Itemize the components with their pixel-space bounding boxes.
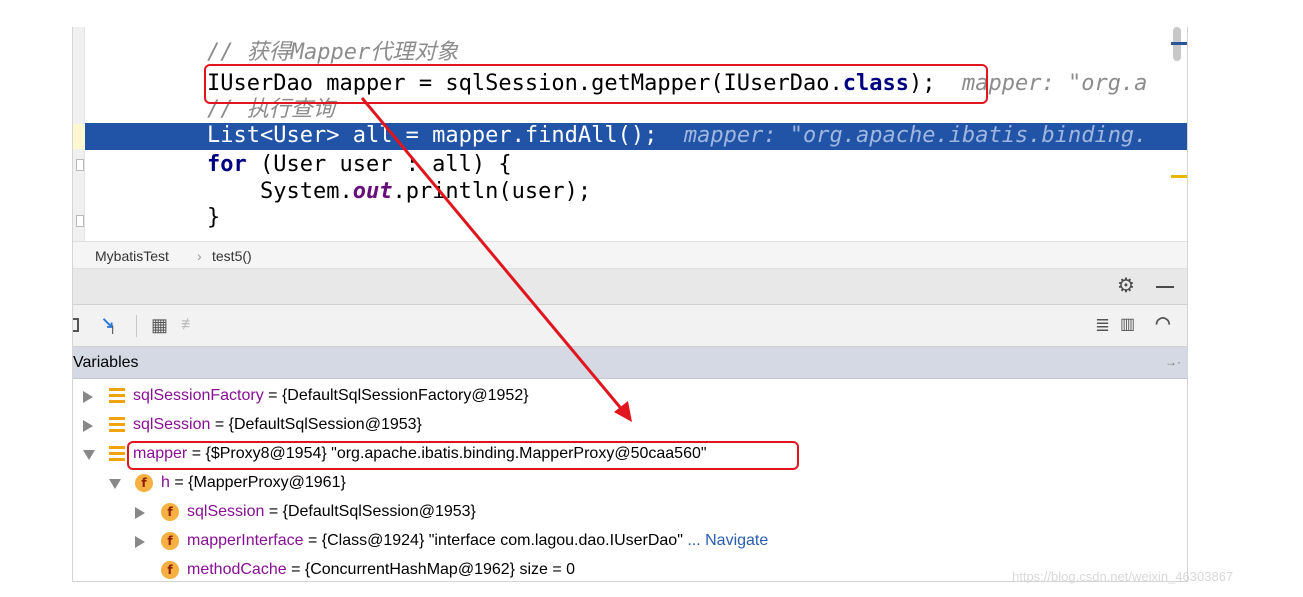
static-field-out: out <box>352 179 393 204</box>
breadcrumb-method[interactable]: test5() <box>212 248 252 264</box>
debug-panel-header: ⚙ <box>73 269 1187 305</box>
code-text: (User user : all) { <box>246 152 512 177</box>
code-line-close-brace: } <box>207 205 221 230</box>
toolbar-separator <box>136 315 137 337</box>
navigate-link[interactable]: ... Navigate <box>687 532 768 549</box>
variables-tree: sqlSessionFactory = {DefaultSqlSessionFa… <box>73 379 1187 581</box>
variable-value: = {DefaultSqlSessionFactory@1952} <box>263 387 529 404</box>
evaluate-table-icon[interactable]: ▦ <box>151 316 168 334</box>
collapse-arrow-icon[interactable] <box>83 450 95 460</box>
variable-value: = {Class@1924} "interface com.lagou.dao.… <box>303 532 683 549</box>
variable-row[interactable]: sqlSessionFactory = {DefaultSqlSessionFa… <box>73 382 1187 411</box>
field-icon: f <box>161 561 179 579</box>
inline-debug-hint: mapper: "org.apache.ibatis.binding. <box>683 123 1148 148</box>
debug-toolbar: ↘ I ▦ ≢ ≣ ▥ ◠ <box>73 305 1187 347</box>
fold-marker-icon[interactable] <box>76 159 84 171</box>
cursor-icon: I <box>111 323 115 337</box>
variable-name: methodCache <box>187 561 287 578</box>
gauge-icon[interactable]: ◠ <box>1155 314 1171 332</box>
variable-name: h <box>161 474 170 491</box>
minimize-icon[interactable] <box>1156 286 1174 288</box>
breadcrumb-class[interactable]: MybatisTest <box>95 248 169 264</box>
code-line-find-all: List<User> all = mapper.findAll(); mappe… <box>207 123 1147 149</box>
expand-arrow-icon[interactable] <box>135 536 145 548</box>
collapse-arrow-icon[interactable] <box>109 479 121 489</box>
ide-window: // 获得Mapper代理对象 IUserDao mapper = sqlSes… <box>72 27 1188 582</box>
variable-name: sqlSession <box>133 416 211 433</box>
inline-debug-hint: mapper: "org.a <box>962 71 1148 96</box>
highlight-box-mapper-variable <box>127 441 799 470</box>
expand-arrow-icon[interactable] <box>135 507 145 519</box>
variables-header: Variables →· <box>73 347 1187 379</box>
highlight-box-get-mapper <box>204 64 988 104</box>
object-icon <box>109 417 125 433</box>
object-icon <box>109 388 125 404</box>
fold-marker-icon[interactable] <box>76 215 84 227</box>
code-text: System. <box>207 179 353 204</box>
object-icon <box>109 446 125 462</box>
current-line-gutter-marker <box>73 124 85 149</box>
code-comment-get-mapper: // 获得Mapper代理对象 <box>207 40 459 65</box>
variable-value: = {DefaultSqlSession@1953} <box>210 416 422 433</box>
variable-row[interactable]: f h = {MapperProxy@1961} <box>73 469 1187 498</box>
code-editor[interactable]: // 获得Mapper代理对象 IUserDao mapper = sqlSes… <box>73 27 1187 241</box>
trace-icon[interactable]: ≢ <box>181 317 197 333</box>
variable-name: sqlSessionFactory <box>133 387 264 404</box>
code-line-println: System.out.println(user); <box>207 179 591 205</box>
expand-arrow-icon[interactable] <box>83 391 93 403</box>
variable-value: = {DefaultSqlSession@1953} <box>264 503 476 520</box>
watermark: https://blog.csdn.net/weixin_46303867 <box>1012 569 1234 584</box>
variable-row[interactable]: sqlSession = {DefaultSqlSession@1953} <box>73 411 1187 440</box>
variable-name: sqlSession <box>187 503 265 520</box>
columns-icon[interactable]: ▥ <box>1120 317 1135 333</box>
frame-icon[interactable] <box>73 318 79 332</box>
variables-title: Variables <box>73 354 139 371</box>
scrollbar-marker-blue <box>1171 42 1187 45</box>
keyword-for: for <box>207 152 247 177</box>
variable-row[interactable]: f mapperInterface = {Class@1924} "interf… <box>73 527 1187 556</box>
variable-row[interactable]: f sqlSession = {DefaultSqlSession@1953} <box>73 498 1187 527</box>
pin-icon[interactable]: →· <box>1165 355 1181 369</box>
field-icon: f <box>135 474 153 492</box>
breadcrumb: MybatisTest › test5() <box>73 241 1187 269</box>
gear-icon[interactable]: ⚙ <box>1117 276 1135 296</box>
execution-point-line: List<User> all = mapper.findAll(); mappe… <box>85 123 1187 150</box>
expand-arrow-icon[interactable] <box>83 420 93 432</box>
code-text: .println(user); <box>392 179 592 204</box>
align-icon[interactable]: ≣ <box>1095 316 1110 334</box>
code-text: List<User> all = mapper.findAll(); <box>207 123 658 148</box>
code-line-for-loop: for (User user : all) { <box>207 152 512 178</box>
field-icon: f <box>161 503 179 521</box>
field-icon: f <box>161 532 179 550</box>
variable-name: mapperInterface <box>187 532 304 549</box>
variable-value: = {ConcurrentHashMap@1962} size = 0 <box>286 561 576 578</box>
scrollbar-marker-yellow <box>1171 175 1187 178</box>
breadcrumb-separator: › <box>197 248 202 264</box>
variable-value: = {MapperProxy@1961} <box>169 474 346 491</box>
